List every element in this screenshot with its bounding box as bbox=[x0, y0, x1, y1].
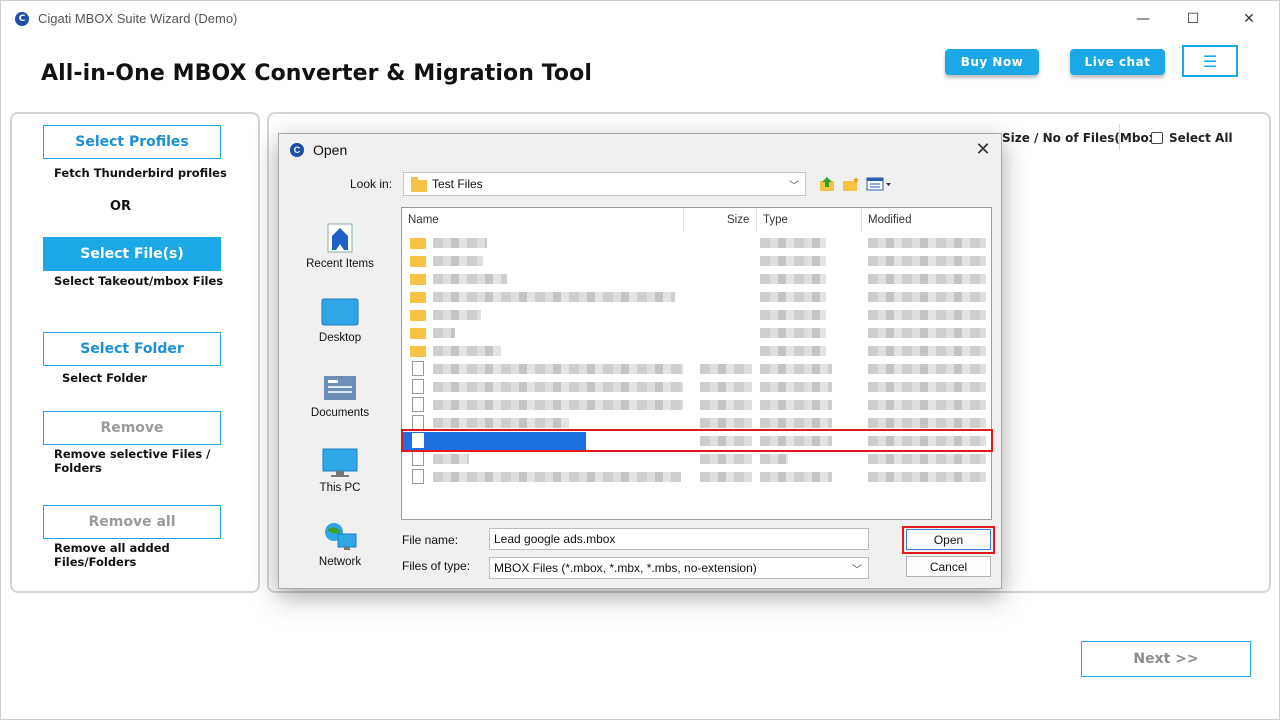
documents-place[interactable]: Documents bbox=[290, 373, 390, 419]
select-all-checkbox[interactable]: Select All bbox=[1151, 131, 1233, 145]
select-folder-button[interactable]: Select Folder bbox=[43, 332, 221, 366]
file-list-header: Name Size Type Modified bbox=[402, 208, 991, 232]
select-profiles-button[interactable]: Select Profiles bbox=[43, 125, 221, 159]
look-in-label: Look in: bbox=[350, 177, 393, 191]
places-bar: Recent Items Desktop Documents This PC N… bbox=[290, 208, 390, 578]
chevron-down-icon: ﹀ bbox=[852, 565, 862, 576]
network-icon bbox=[325, 523, 357, 550]
remove-all-button[interactable]: Remove all bbox=[43, 505, 221, 539]
name-column-header[interactable]: Name bbox=[408, 214, 439, 226]
remove-button[interactable]: Remove bbox=[43, 411, 221, 445]
or-separator: OR bbox=[110, 199, 132, 214]
list-item[interactable] bbox=[402, 270, 991, 288]
app-window: C Cigati MBOX Suite Wizard (Demo) — ☐ ✕ … bbox=[0, 0, 1280, 720]
dialog-close-icon[interactable]: ✕ bbox=[972, 138, 994, 160]
list-item[interactable] bbox=[402, 450, 991, 468]
selected-file-highlight bbox=[401, 429, 993, 452]
files-of-type-dropdown[interactable]: MBOX Files (*.mbox, *.mbx, *.mbs, no-ext… bbox=[489, 557, 869, 579]
files-of-type-value: MBOX Files (*.mbox, *.mbx, *.mbs, no-ext… bbox=[494, 561, 757, 575]
list-item[interactable] bbox=[402, 324, 991, 342]
list-item[interactable] bbox=[402, 396, 991, 414]
select-all-label: Select All bbox=[1169, 131, 1233, 145]
live-chat-button[interactable]: Live chat bbox=[1070, 49, 1165, 75]
checkbox-icon[interactable] bbox=[1151, 132, 1163, 144]
cancel-button[interactable]: Cancel bbox=[906, 556, 991, 577]
chevron-down-icon: ﹀ bbox=[789, 181, 799, 192]
file-list[interactable]: Name Size Type Modified bbox=[401, 207, 992, 520]
select-files-button[interactable]: Select File(s) bbox=[43, 237, 221, 271]
file-name-input[interactable]: Lead google ads.mbox bbox=[489, 528, 869, 550]
remove-all-description: Remove all added Files/Folders bbox=[54, 541, 170, 569]
modified-column-header[interactable]: Modified bbox=[868, 214, 911, 226]
this-pc-place[interactable]: This PC bbox=[290, 448, 390, 494]
this-pc-label: This PC bbox=[319, 482, 361, 494]
minimize-icon[interactable]: — bbox=[1132, 9, 1154, 29]
look-in-dropdown[interactable]: Test Files ﹀ bbox=[403, 172, 806, 196]
open-button[interactable]: Open bbox=[906, 529, 991, 550]
maximize-icon[interactable]: ☐ bbox=[1182, 9, 1204, 29]
this-pc-icon bbox=[322, 448, 358, 477]
desktop-label: Desktop bbox=[318, 332, 362, 344]
dialog-title: Open bbox=[313, 142, 348, 158]
list-item[interactable] bbox=[402, 288, 991, 306]
size-column-header: Size / No of Files(Mbox) bbox=[1002, 131, 1162, 145]
recent-items-label: Recent Items bbox=[306, 258, 374, 270]
app-logo-icon: C bbox=[15, 12, 29, 26]
dialog-app-icon: C bbox=[290, 143, 304, 157]
view-menu-icon[interactable] bbox=[866, 176, 892, 192]
new-folder-icon[interactable] bbox=[842, 176, 860, 192]
up-folder-icon[interactable] bbox=[818, 176, 836, 192]
hamburger-icon: ☰ bbox=[1202, 51, 1218, 71]
recent-items-icon bbox=[327, 223, 353, 253]
remove-description: Remove selective Files / Folders bbox=[54, 447, 211, 475]
file-name-label: File name: bbox=[402, 533, 459, 547]
folder-icon bbox=[411, 177, 427, 192]
list-item[interactable] bbox=[402, 378, 991, 396]
select-folder-description: Select Folder bbox=[62, 371, 148, 385]
recent-items-place[interactable]: Recent Items bbox=[290, 222, 390, 270]
list-item[interactable] bbox=[402, 468, 991, 486]
select-files-description: Select Takeout/mbox Files bbox=[54, 274, 224, 288]
desktop-icon bbox=[321, 298, 359, 326]
list-item[interactable] bbox=[402, 234, 991, 252]
menu-button[interactable]: ☰ bbox=[1182, 45, 1238, 77]
documents-label: Documents bbox=[310, 407, 370, 419]
size-column-header[interactable]: Size bbox=[727, 214, 749, 226]
look-in-value: Test Files bbox=[432, 177, 483, 191]
left-panel: Select Profiles Fetch Thunderbird profil… bbox=[10, 112, 260, 593]
close-icon[interactable]: ✕ bbox=[1238, 9, 1260, 29]
list-item[interactable] bbox=[402, 252, 991, 270]
title-bar: C Cigati MBOX Suite Wizard (Demo) — ☐ ✕ bbox=[1, 1, 1279, 37]
next-button[interactable]: Next >> bbox=[1081, 641, 1251, 677]
page-title: All-in-One MBOX Converter & Migration To… bbox=[41, 61, 592, 86]
select-profiles-description: Fetch Thunderbird profiles bbox=[54, 166, 227, 180]
open-file-dialog: C Open ✕ Look in: Test Files ﹀ Recent It… bbox=[278, 133, 1002, 589]
files-of-type-label: Files of type: bbox=[402, 559, 471, 573]
list-item[interactable] bbox=[402, 306, 991, 324]
network-label: Network bbox=[318, 556, 362, 568]
list-item[interactable] bbox=[402, 342, 991, 360]
buy-now-button[interactable]: Buy Now bbox=[945, 49, 1039, 75]
desktop-place[interactable]: Desktop bbox=[290, 298, 390, 344]
documents-icon bbox=[324, 376, 356, 400]
type-column-header[interactable]: Type bbox=[763, 214, 788, 226]
network-place[interactable]: Network bbox=[290, 520, 390, 568]
list-item[interactable] bbox=[402, 360, 991, 378]
window-title: Cigati MBOX Suite Wizard (Demo) bbox=[38, 11, 238, 26]
